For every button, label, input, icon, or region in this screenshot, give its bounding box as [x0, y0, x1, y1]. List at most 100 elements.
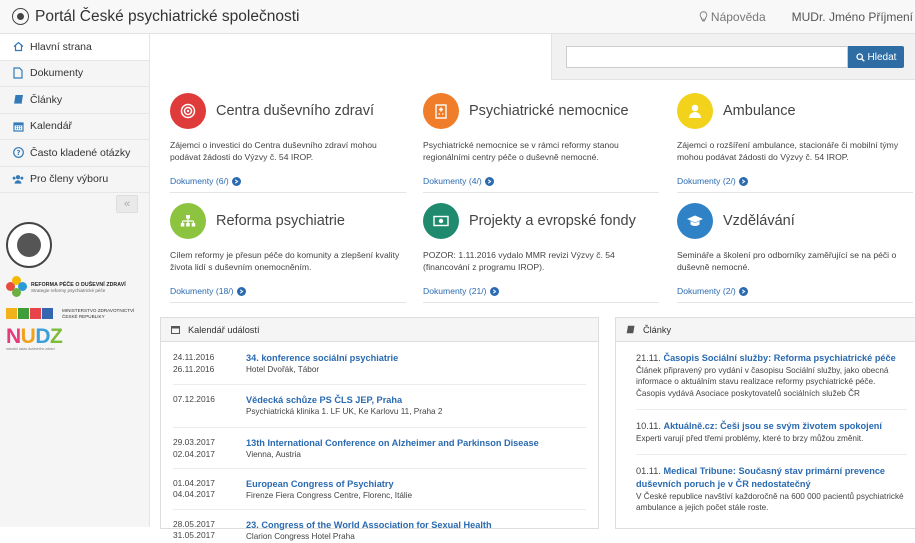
- hospital-icon[interactable]: [423, 93, 459, 129]
- event-end-date: 04.04.2017: [173, 489, 215, 500]
- event-place: Clarion Congress Hotel Praha: [246, 532, 355, 542]
- topic-documents-link[interactable]: Dokumenty (21/): [423, 286, 659, 296]
- arrow-right-icon: [738, 286, 748, 296]
- arrow-right-icon: [484, 176, 494, 186]
- book-icon: [626, 325, 635, 334]
- topic-description: Psychiatrické nemocnice se v rámci refor…: [423, 140, 619, 163]
- sidebar-item-label: Hlavní strana: [30, 40, 92, 53]
- event-start-date: 29.03.2017: [173, 436, 215, 447]
- article-summary: Článek připravený pro vydání v časopisu …: [636, 365, 889, 398]
- article-title-link[interactable]: Aktuálně.cz: Češi jsou se svým životem s…: [663, 421, 882, 431]
- brand-link[interactable]: Portál České psychiatrické společnosti: [0, 8, 299, 26]
- society-logo-icon: [12, 8, 29, 25]
- articles-panel: Články 21.11. Časopis Sociální služby: R…: [615, 317, 915, 529]
- ministry-logo[interactable]: MINISTERSTVO ZDRAVOTNICTVÍ ČESKÉ REPUBLI…: [6, 308, 146, 320]
- svg-text:?: ?: [16, 149, 20, 157]
- sidebar-item-faq[interactable]: ? Často kladené otázky: [0, 140, 149, 167]
- topic-title[interactable]: Ambulance: [723, 103, 796, 119]
- topic-documents-link[interactable]: Dokumenty (2/): [677, 176, 913, 186]
- user-icon[interactable]: [677, 93, 713, 129]
- nudz-logo[interactable]: NUDZ národní ústav duševního zdraví: [6, 326, 146, 352]
- topic-title[interactable]: Reforma psychiatrie: [216, 213, 345, 229]
- graduation-cap-icon[interactable]: [677, 203, 713, 239]
- brand-title: Portál České psychiatrické společnosti: [35, 7, 300, 25]
- sidebar: Hlavní strana Dokumenty Články Kalendář …: [0, 34, 150, 527]
- event-start-date: 01.04.2017: [173, 477, 215, 488]
- reforma-title: REFORMA PÉČE O DUŠEVNÍ ZDRAVÍ: [31, 281, 126, 288]
- event-name-link[interactable]: 13th International Conference on Alzheim…: [246, 437, 539, 449]
- money-icon[interactable]: [423, 203, 459, 239]
- arrow-right-icon: [738, 176, 748, 186]
- sitemap-icon[interactable]: [170, 203, 206, 239]
- divider: [677, 192, 913, 193]
- arrow-right-icon: [231, 176, 241, 186]
- divider: [173, 426, 586, 428]
- reforma-subtitle: Strategie reformy psychiatrické péče: [31, 287, 106, 293]
- divider: [423, 302, 659, 303]
- user-menu[interactable]: MUDr. Jméno Příjmení: [792, 10, 913, 24]
- search-button[interactable]: Hledat: [848, 46, 904, 68]
- event-name-link[interactable]: Vědecká schůze PS ČLS JEP, Praha: [246, 394, 442, 406]
- help-label: Nápověda: [710, 9, 766, 24]
- event-end-date: 26.11.2016: [173, 363, 215, 374]
- event-row: 29.03.2017 02.04.2017 13th International …: [161, 437, 598, 461]
- help-link[interactable]: Nápověda: [699, 10, 766, 24]
- ministry-line2: ČESKÉ REPUBLIKY: [62, 313, 105, 319]
- topic-documents-link[interactable]: Dokumenty (2/): [677, 286, 913, 296]
- topic-description: Semináře a školení pro odborníky zaměřuj…: [677, 250, 897, 273]
- event-name-link[interactable]: 23. Congress of the World Association fo…: [246, 519, 492, 531]
- article-title-link[interactable]: Medical Tribune: Současný stav primární …: [636, 466, 885, 489]
- calendar-title: Kalendář událostí: [188, 324, 260, 335]
- sidebar-collapse-button[interactable]: «: [116, 195, 138, 213]
- topic-documents-link[interactable]: Dokumenty (4/): [423, 176, 659, 186]
- lightbulb-icon: [699, 11, 708, 22]
- topic-title[interactable]: Projekty a evropské fondy: [469, 213, 636, 229]
- topic-card: Centra duševního zdraví Zájemci o invest…: [170, 92, 406, 193]
- sidebar-item-articles[interactable]: Články: [0, 87, 149, 114]
- sidebar-item-committee[interactable]: Pro členy výboru: [0, 167, 149, 193]
- partner-logos: REFORMA PÉČE O DUŠEVNÍ ZDRAVÍ Strategie …: [6, 222, 146, 351]
- sidebar-item-label: Pro členy výboru: [30, 173, 109, 186]
- topic-description: Cílem reformy je přesun péče do komunity…: [170, 250, 400, 273]
- topic-card: Reforma psychiatrie Cílem reformy je pře…: [170, 202, 406, 303]
- sidebar-item-documents[interactable]: Dokumenty: [0, 61, 149, 87]
- divider: [423, 192, 659, 193]
- society-seal-logo: [6, 222, 52, 268]
- event-end-date: 31.05.2017: [173, 530, 215, 541]
- arrow-right-icon: [236, 286, 246, 296]
- reforma-logo[interactable]: REFORMA PÉČE O DUŠEVNÍ ZDRAVÍ Strategie …: [6, 276, 146, 298]
- top-navbar: Portál České psychiatrické společnosti N…: [0, 0, 915, 34]
- calendar-icon: [171, 326, 180, 334]
- topic-card: Vzdělávání Semináře a školení pro odborn…: [677, 202, 913, 303]
- topic-documents-link[interactable]: Dokumenty (6/): [170, 176, 406, 186]
- search-icon: [855, 52, 865, 62]
- search-panel: Hledat: [551, 34, 915, 80]
- event-place: Psychiatrická klinika 1. LF UK, Ke Karlo…: [246, 407, 443, 417]
- ministry-tiles-icon: [6, 308, 54, 320]
- calendar-panel: Kalendář událostí 24.11.2016 26.11.2016 3…: [160, 317, 599, 541]
- event-name-link[interactable]: 34. konference sociální psychiatrie: [246, 352, 398, 364]
- topic-title[interactable]: Vzdělávání: [723, 213, 795, 229]
- event-row: 28.05.2017 31.05.2017 23. Congress of the…: [161, 519, 598, 543]
- sidebar-item-calendar[interactable]: Kalendář: [0, 114, 149, 140]
- topic-documents-link[interactable]: Dokumenty (18/): [170, 286, 406, 296]
- calendar-icon: [12, 120, 24, 132]
- event-row: 07.12.2016 Vědecká schůze PS ČLS JEP, Pr…: [161, 394, 598, 418]
- event-place: Vienna, Austria: [246, 450, 301, 460]
- article-summary: Experti varují před třemi problémy, kter…: [636, 433, 864, 443]
- sidebar-item-home[interactable]: Hlavní strana: [0, 34, 149, 61]
- article-title-link[interactable]: Časopis Sociální služby: Reforma psychia…: [663, 353, 895, 363]
- event-name-link[interactable]: European Congress of Psychiatry: [246, 478, 412, 490]
- search-input[interactable]: [566, 46, 848, 68]
- article-date: 01.11.: [636, 466, 661, 477]
- event-end-date: 02.04.2017: [173, 448, 215, 459]
- articles-title: Články: [643, 324, 672, 335]
- topic-title[interactable]: Psychiatrické nemocnice: [469, 103, 629, 119]
- sidebar-item-label: Dokumenty: [30, 67, 84, 80]
- document-icon: [12, 67, 24, 79]
- article-date: 10.11.: [636, 421, 661, 432]
- topic-title[interactable]: Centra duševního zdraví: [216, 103, 374, 119]
- topic-description: Zájemci o rozšíření ambulance, stacionář…: [677, 140, 899, 163]
- target-icon[interactable]: [170, 93, 206, 129]
- article-date: 21.11.: [636, 353, 661, 363]
